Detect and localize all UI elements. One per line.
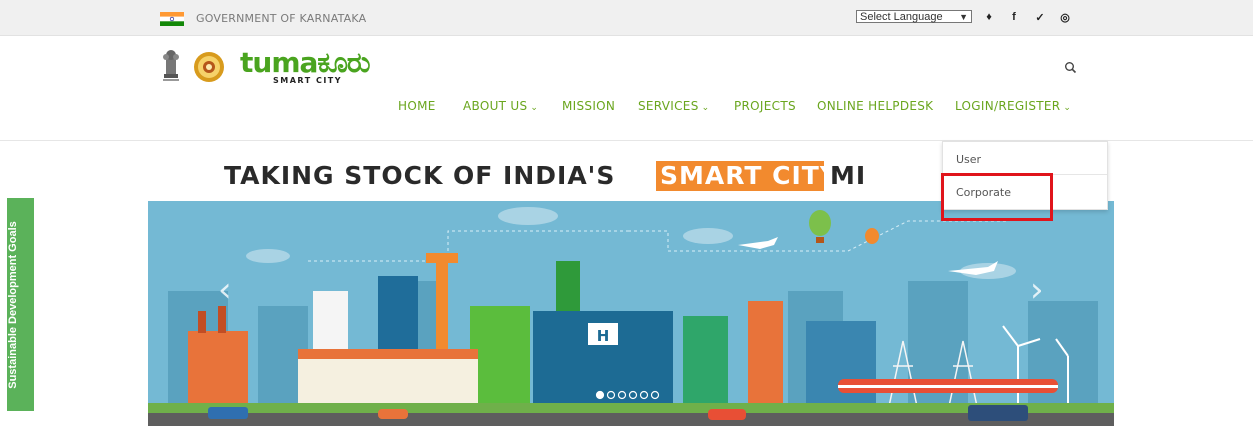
nav-about-us-label: ABOUT US <box>463 99 528 113</box>
annotation-highlight-box <box>941 173 1053 221</box>
shopping-mall <box>298 356 478 411</box>
nav-login-register[interactable]: LOGIN/REGISTER ⌄ <box>955 99 1071 113</box>
chevron-down-icon: ⌄ <box>701 103 710 113</box>
nav-login-register-label: LOGIN/REGISTER <box>955 99 1061 113</box>
national-emblem-icon <box>163 50 179 81</box>
office-building <box>806 321 876 411</box>
orange-tower <box>748 301 783 411</box>
banner-headline: TAKING STOCK OF INDIA'S <box>224 161 615 190</box>
factory-building <box>188 331 248 411</box>
india-flag-icon <box>160 12 184 26</box>
slider-prev-arrow[interactable]: ‹ <box>218 270 232 310</box>
nav-projects[interactable]: PROJECTS <box>734 99 796 113</box>
nav-services[interactable]: SERVICES ⌄ <box>638 99 709 113</box>
twitter-icon[interactable]: ✓ <box>1033 11 1047 24</box>
brand-subtitle: SMART CITY <box>273 76 343 85</box>
nav-projects-label: PROJECTS <box>734 99 796 113</box>
bus <box>968 405 1028 421</box>
top-bar: GOVERNMENT OF KARNATAKA Select Language … <box>0 0 1253 36</box>
instagram-icon[interactable]: ◎ <box>1058 11 1072 24</box>
brand-wordmark: tumaಕೂರು <box>240 46 371 79</box>
nav-mission-label: MISSION <box>562 99 616 113</box>
tumakuru-smart-city-logo[interactable]: tumaಕೂರು SMART CITY <box>240 46 400 88</box>
green-building <box>470 306 530 411</box>
search-icon[interactable] <box>1064 61 1078 75</box>
nav-about-us[interactable]: ABOUT US ⌄ <box>463 99 538 113</box>
accessibility-icon[interactable]: ♦ <box>982 11 996 23</box>
vehicle <box>708 409 746 420</box>
chevron-down-icon: ⌄ <box>1063 103 1072 113</box>
language-select-value: Select Language <box>860 11 943 23</box>
banner-headline-tail: MI <box>830 161 866 190</box>
language-select[interactable]: Select Language ▼ <box>856 10 972 23</box>
green-tower <box>683 316 728 411</box>
nav-mission[interactable]: MISSION <box>562 99 615 113</box>
slider-next-arrow[interactable]: › <box>1030 270 1044 310</box>
vehicle <box>208 407 248 419</box>
nav-home[interactable]: HOME <box>398 99 436 113</box>
karnataka-seal-icon <box>194 52 224 82</box>
nav-online-helpdesk-label: ONLINE HELPDESK <box>817 99 934 113</box>
nav-services-label: SERVICES <box>638 99 699 113</box>
nav-online-helpdesk[interactable]: ONLINE HELPDESK <box>817 99 933 113</box>
dropdown-item-user[interactable]: User <box>956 153 981 166</box>
nav-home-label: HOME <box>398 99 436 113</box>
chevron-down-icon: ⌄ <box>530 103 539 113</box>
facebook-icon[interactable]: f <box>1007 11 1021 23</box>
government-label: GOVERNMENT OF KARNATAKA <box>196 12 367 25</box>
banner-headline-highlight: SMART CITY <box>660 161 839 190</box>
vehicle <box>378 409 408 419</box>
sdg-side-tab-label: Sustainable Development Goals <box>7 221 19 389</box>
hospital-sign: H <box>597 327 610 345</box>
dropdown-arrow-icon: ▼ <box>959 12 968 22</box>
